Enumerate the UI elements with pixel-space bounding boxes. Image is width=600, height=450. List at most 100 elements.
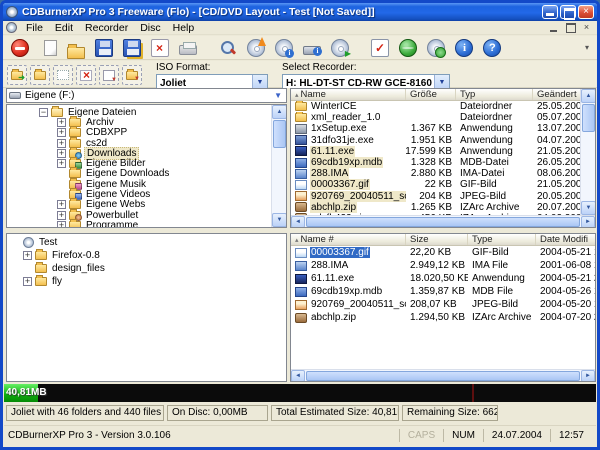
tree-item[interactable]: + Archiv [7,115,270,128]
mdi-restore-button[interactable] [564,22,577,33]
table-row[interactable]: abchlp.zip 1.294,50 KB IZArc Archive 2004-0… [291,311,595,324]
menu-disc[interactable]: Disc [134,21,166,35]
about-button[interactable] [451,37,477,59]
copy-item-button[interactable] [99,65,119,85]
mdi-minimize-button[interactable] [548,22,561,33]
scroll-down-icon[interactable]: ▼ [272,213,286,227]
table-row[interactable]: 920769_20040511_screen00... 204 KB JPEG-Bi… [291,190,595,202]
menu-help[interactable]: Help [167,21,201,35]
column-header-type[interactable]: Type [468,234,536,245]
tree-item[interactable]: + Eigene Bilder [7,157,270,169]
vertical-scrollbar[interactable]: ▲ ▼ [271,105,286,227]
verify-list-button[interactable] [367,37,393,59]
tree-item[interactable]: + Powerbullet [7,208,270,221]
table-row[interactable]: 69cdb19xp.mdb 1.328 KB MDB-Datei 26.05.200 [291,157,595,169]
add-folder-button[interactable] [7,65,27,85]
remove-item-button[interactable] [76,65,96,85]
table-row[interactable]: 1xSetup.exe 1.367 KB Anwendung 13.07.200 [291,123,595,134]
close-layout-button[interactable] [147,37,173,59]
print-button[interactable] [175,37,201,59]
expand-icon[interactable]: + [23,277,32,286]
tree-item[interactable]: + Firefox-0.8 [7,249,286,262]
scroll-left-icon[interactable]: ◄ [291,370,305,381]
search-button[interactable] [215,37,241,59]
maximize-button[interactable] [560,5,576,20]
column-header-gr-e[interactable]: Größe [406,89,456,100]
column-header-name[interactable]: ▴ Name [291,89,406,100]
table-row[interactable]: 288.IMA 2.880 KB IMA-Datei 08.06.200 [291,168,595,180]
table-row[interactable]: 69cdb19xp.mdb 1.359,87 KB MDB File 2004-05-… [291,285,595,298]
chevron-down-icon[interactable]: ▼ [274,91,284,100]
tree-item[interactable]: + Eigene Webs [7,198,270,210]
tree-item[interactable]: Test [7,236,286,249]
vertical-scrollbar[interactable]: ▲ ▼ [580,89,595,215]
save-layout-button[interactable] [91,37,117,59]
scroll-up-icon[interactable]: ▲ [272,105,286,119]
burn-disc-button[interactable] [243,36,269,59]
toolbar-overflow-button[interactable]: ▾ [581,38,593,58]
save-as-button[interactable] [119,37,145,59]
table-row[interactable]: 00003367.gif 22,20 KB GIF-Bild 2004-05-21 1… [291,246,595,259]
online-update-button[interactable] [395,37,421,59]
close-button[interactable]: × [578,5,594,19]
extract-disc-button[interactable] [327,37,353,59]
scroll-right-icon[interactable]: ► [581,370,595,381]
column-header-name-[interactable]: ▴ Name # [291,234,406,245]
column-header-size[interactable]: Size [406,234,468,245]
drive-info-button[interactable] [299,37,325,59]
collapse-icon[interactable]: − [39,107,48,117]
tree-item[interactable]: Eigene Downloads [7,167,270,179]
table-row[interactable]: 288.IMA 2.949,12 KB IMA File 2001-06-08 19: [291,259,595,272]
column-header-date-modifi[interactable]: Date Modifi [536,234,595,245]
menu-file[interactable]: File [20,21,49,35]
web-disc-button[interactable] [423,37,449,59]
horizontal-scrollbar[interactable]: ◄ ► [291,215,595,227]
tree-item[interactable]: Eigene Videos [7,188,270,200]
minimize-button[interactable] [542,5,558,19]
expand-icon[interactable]: + [23,251,32,260]
table-row[interactable]: 61.11.exe 17.599 KB Anwendung 21.05.200 [291,145,595,157]
table-row[interactable]: abchlp.zip 1.265 KB IZArc Archive 20.07.200 [291,201,595,213]
mdi-close-button[interactable]: × [580,22,593,33]
expand-icon[interactable]: + [57,128,66,138]
scrollbar-thumb[interactable] [306,370,580,381]
tree-item[interactable]: design_files [7,262,286,275]
expand-icon[interactable]: + [57,117,66,127]
tree-item[interactable]: − Eigene Dateien [7,105,270,118]
expand-icon[interactable]: + [57,220,66,227]
menu-edit[interactable]: Edit [49,21,79,35]
table-row[interactable]: 61.11.exe 18.020,50 KB Anwendung 2004-05-21… [291,272,595,285]
menu-recorder[interactable]: Recorder [79,21,134,35]
scroll-right-icon[interactable]: ► [581,216,595,227]
scroll-down-icon[interactable]: ▼ [581,201,595,215]
table-row[interactable]: 00003367.gif 22 KB GIF-Bild 21.05.200 [291,179,595,191]
scrollbar-thumb[interactable] [273,120,286,148]
table-row[interactable]: 920769_20040511_screen002... 208,07 KB JPE… [291,298,595,311]
table-row[interactable]: 31dfo31je.exe 1.951 KB Anwendung 04.07.200 [291,135,595,146]
tree-item[interactable]: + Downloads [7,146,270,160]
column-header-typ[interactable]: Typ [456,89,533,100]
tree-item[interactable]: Eigene Musik [7,177,270,190]
add-files-button[interactable] [30,65,50,85]
expand-icon[interactable]: + [57,159,66,169]
disc-info-button[interactable] [271,37,297,59]
horizontal-scrollbar[interactable]: ◄ ► [291,369,595,381]
stop-record-button[interactable] [7,37,33,59]
scrollbar-thumb[interactable] [582,104,595,132]
table-row[interactable]: WinterICE Dateiordner 25.05.200 [291,101,595,112]
expand-icon[interactable]: + [57,148,66,158]
expand-icon[interactable]: + [57,210,66,220]
scrollbar-thumb[interactable] [306,216,580,227]
tree-item[interactable]: + Programme [7,218,270,227]
open-layout-button[interactable] [63,37,89,59]
help-button[interactable] [479,37,505,59]
scroll-left-icon[interactable]: ◄ [291,216,305,227]
scroll-up-icon[interactable]: ▲ [581,89,595,103]
mdi-document-icon[interactable] [6,22,17,33]
source-location-select[interactable]: Eigene (F:) ▼ [6,88,287,103]
new-layout-button[interactable] [35,37,61,59]
expand-icon[interactable]: + [57,138,66,148]
import-folder-button[interactable] [122,65,142,85]
tree-item[interactable]: + fly [7,275,286,288]
table-row[interactable]: xml_reader_1.0 Dateiordner 05.07.200 [291,112,595,123]
